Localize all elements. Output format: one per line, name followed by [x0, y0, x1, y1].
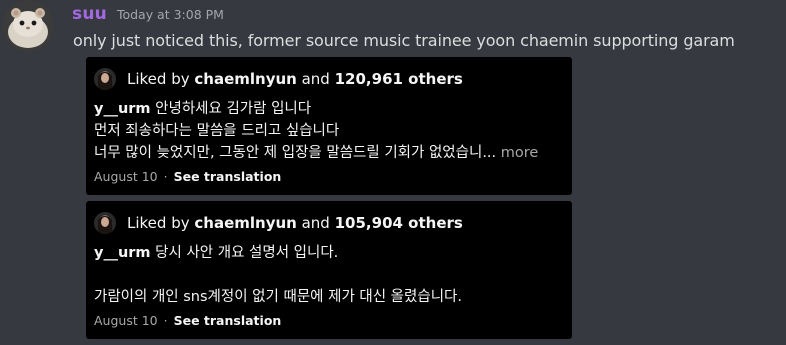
caption-line: [94, 264, 566, 286]
liked-by-text: Liked by chaemlnyun and 105,904 others: [127, 214, 463, 232]
message-text: only just noticed this, former source mu…: [73, 31, 735, 50]
caption-line: 너무 많이 늦었지만, 그동안 제 입장을 말씀드릴 기회가 없었습니... m…: [94, 142, 566, 164]
chat-message: suu Today at 3:08 PM only just noticed t…: [0, 0, 786, 345]
user-avatar[interactable]: [2, 0, 54, 52]
hamster-avatar-icon: [2, 0, 54, 52]
separator-dot: ·: [163, 313, 168, 328]
liked-and: and: [301, 70, 330, 88]
post-handle[interactable]: y__urm: [94, 101, 151, 117]
caption-line-text: 안녕하세요 김가람 입니다: [155, 101, 312, 117]
liked-user[interactable]: chaemlnyun: [194, 70, 296, 88]
username[interactable]: suu: [72, 4, 107, 24]
liked-count[interactable]: 105,904 others: [335, 214, 463, 232]
embedded-post-card[interactable]: Liked by chaemlnyun and 105,904 others y…: [86, 201, 572, 339]
caption-line: 먼저 죄송하다는 말씀을 드리고 싶습니다: [94, 123, 340, 139]
post-caption: y__urm 당시 사안 개요 설명서 입니다. 가람이의 개인 sns계정이 …: [94, 242, 566, 308]
liked-by-row: Liked by chaemlnyun and 120,961 others: [94, 68, 463, 90]
embedded-post-card[interactable]: Liked by chaemlnyun and 120,961 others y…: [86, 57, 572, 195]
timestamp: Today at 3:08 PM: [116, 7, 224, 22]
more-link[interactable]: more: [501, 145, 539, 161]
post-date: August 10: [94, 313, 158, 328]
caption-line: 가람이의 개인 sns계정이 없기 때문에 제가 대신 올렸습니다.: [94, 289, 462, 305]
liked-count[interactable]: 120,961 others: [335, 70, 463, 88]
liker-avatar-icon: [94, 68, 116, 90]
caption-line: y__urm 당시 사안 개요 설명서 입니다.: [94, 242, 566, 264]
message-header: suu Today at 3:08 PM: [72, 4, 224, 26]
liked-and: and: [301, 214, 330, 232]
liked-prefix: Liked by: [127, 70, 190, 88]
separator-dot: ·: [163, 169, 168, 184]
liked-by-row: Liked by chaemlnyun and 105,904 others: [94, 212, 463, 234]
caption-line-text: 당시 사안 개요 설명서 입니다.: [155, 245, 339, 261]
post-footer: August 10 · See translation: [94, 169, 281, 184]
post-date: August 10: [94, 169, 158, 184]
liked-by-text: Liked by chaemlnyun and 120,961 others: [127, 70, 463, 88]
post-handle[interactable]: y__urm: [94, 245, 151, 261]
post-footer: August 10 · See translation: [94, 313, 281, 328]
caption-line-text: 너무 많이 늦었지만, 그동안 제 입장을 말씀드릴 기회가 없었습니...: [94, 145, 497, 161]
see-translation-link[interactable]: See translation: [174, 169, 282, 184]
liked-prefix: Liked by: [127, 214, 190, 232]
liker-avatar-icon: [94, 212, 116, 234]
liked-user[interactable]: chaemlnyun: [194, 214, 296, 232]
caption-line: y__urm 안녕하세요 김가람 입니다: [94, 98, 566, 120]
see-translation-link[interactable]: See translation: [174, 313, 282, 328]
post-caption: y__urm 안녕하세요 김가람 입니다 먼저 죄송하다는 말씀을 드리고 싶습…: [94, 98, 566, 164]
